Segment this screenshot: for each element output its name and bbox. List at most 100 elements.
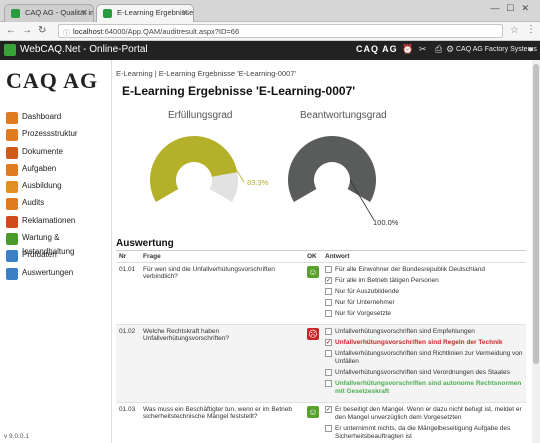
- cell-answers: Unfallverhütungsvorschriften sind Empfeh…: [322, 324, 526, 403]
- cell-nr: 01.03: [116, 402, 140, 443]
- close-tab-icon[interactable]: ✕: [181, 8, 188, 17]
- sidebar-item-wartung[interactable]: Wartung & Instandhaltung: [6, 231, 110, 256]
- answer-option: Unfallverhütungsvorschriften sind Verord…: [325, 369, 523, 377]
- favicon-icon: [103, 9, 112, 18]
- answer-option: Unfallverhütungsvorschriften sind Empfeh…: [325, 328, 523, 336]
- cell-answers: ✓ Er beseitigt den Mangel. Wenn er dazu n…: [322, 402, 526, 443]
- back-icon[interactable]: ←: [6, 25, 16, 36]
- answer-option: Für alle Einwohner der Bundesrepublik De…: [325, 266, 523, 274]
- sidebar-item-reklamationen[interactable]: Reklamationen: [6, 214, 110, 231]
- answer-option: Unfallverhütungsvorschriften sind autono…: [325, 380, 523, 396]
- close-tab-icon[interactable]: ✕: [81, 8, 88, 17]
- audit-icon: [6, 198, 18, 211]
- user-icon[interactable]: ●: [528, 44, 533, 54]
- smiley-sad-icon: ☹: [307, 328, 319, 340]
- breadcrumb: E-Learning | E-Learning Ergebnisse 'E-Le…: [116, 69, 296, 78]
- answer-checkbox: ✓: [325, 277, 332, 284]
- wrench-icon: [6, 233, 18, 246]
- answer-option: ✓ Unfallverhütungsvorschriften sind Regel…: [325, 339, 523, 347]
- cell-question: Für wen sind die Unfallverhütungsvorschr…: [140, 262, 304, 325]
- answer-text: Unfallverhütungsvorschriften sind autono…: [335, 380, 522, 395]
- sidebar-item-dokumente[interactable]: Dokumente: [6, 145, 110, 162]
- answer-checkbox: ✓: [325, 406, 332, 413]
- table-row: 01.01 Für wen sind die Unfallverhütungsvo…: [116, 262, 526, 325]
- sidebar-item-prozessstruktur[interactable]: Prozessstruktur: [6, 127, 110, 144]
- app-title: WebCAQ.Net - Online-Portal: [20, 44, 148, 55]
- chart-icon: [6, 267, 18, 280]
- answer-checkbox: [325, 350, 332, 357]
- answer-option: Nur für Auszubildende: [325, 288, 523, 296]
- window-controls[interactable]: —☐✕: [490, 3, 536, 14]
- col-header-frage: Frage: [140, 251, 304, 263]
- cell-ok: ☺: [304, 402, 322, 443]
- answer-text: Unfallverhütungsvorschriften sind Empfeh…: [335, 328, 475, 335]
- answer-text: Unfallverhütungsvorschriften sind Verord…: [335, 369, 510, 376]
- forward-icon[interactable]: →: [22, 25, 32, 36]
- training-icon: [6, 181, 18, 194]
- sidebar-item-ausbildung[interactable]: Ausbildung: [6, 179, 110, 196]
- gauge-value-arc-2: [288, 136, 376, 202]
- page-info-icon[interactable]: ⓘ: [63, 28, 70, 38]
- sidebar-item-pruefdaten[interactable]: Prüfdaten: [6, 248, 110, 265]
- app-header: WebCAQ.Net - Online-Portal CAQ AG ⏰ ✂ ⎙ …: [0, 41, 540, 60]
- cell-ok: ☹: [304, 324, 322, 403]
- answer-text: Er unternimmt nichts, da die Mängelbesei…: [335, 425, 511, 440]
- section-title: Auswertung: [116, 238, 174, 249]
- user-name[interactable]: CAQ AG Factory Systems: [456, 46, 537, 53]
- company-logo: CAQ AG: [6, 68, 99, 93]
- answer-checkbox: [325, 328, 332, 335]
- answer-checkbox: ✓: [325, 339, 332, 346]
- browser-tab-1[interactable]: CAQ AG - Qualität im Fo ✕: [4, 4, 94, 22]
- answer-option: Nur für Unternehmer: [325, 299, 523, 307]
- process-icon: [6, 129, 18, 142]
- browser-tab-2[interactable]: E-Learning Ergebnisse ' ✕: [96, 4, 194, 22]
- col-header-antwort: Antwort: [322, 251, 526, 263]
- sidebar-item-label: Prozessstruktur: [22, 129, 78, 139]
- answer-option: Nur für Vorgesetzte: [325, 310, 523, 318]
- app-logo-icon: [4, 44, 16, 56]
- browser-tab-bar: CAQ AG - Qualität im Fo ✕ E-Learning Erg…: [0, 0, 540, 22]
- main-content: E-Learning | E-Learning Ergebnisse 'E-Le…: [112, 60, 540, 443]
- url-field[interactable]: ⓘ localhost:64000/App.QAM/auditresult.as…: [58, 24, 503, 38]
- gear-icon[interactable]: ⚙: [446, 44, 454, 55]
- page-title: E-Learning Ergebnisse 'E-Learning-0007': [122, 84, 356, 98]
- bookmark-star-icon[interactable]: ☆: [510, 25, 519, 36]
- sidebar-item-aufgaben[interactable]: Aufgaben: [6, 162, 110, 179]
- smiley-happy-icon: ☺: [307, 266, 319, 278]
- answer-option: Unfallverhütungsvorschriften sind Richtl…: [325, 350, 523, 366]
- gauge-remainder-arc: [209, 172, 238, 202]
- smiley-happy-icon: ☺: [307, 406, 319, 418]
- page-scrollbar[interactable]: [532, 60, 540, 443]
- brand-logo: CAQ AG: [356, 44, 398, 54]
- measurement-icon: [6, 250, 18, 263]
- sidebar-item-label: Prüfdaten: [22, 250, 57, 260]
- url-host: localhost: [73, 27, 103, 36]
- alarm-clock-icon[interactable]: ⏰: [402, 44, 413, 55]
- tools-icon[interactable]: ✂: [419, 44, 427, 55]
- sidebar-item-dashboard[interactable]: Dashboard: [6, 110, 110, 127]
- table-row: 01.02 Welche Rechtskraft haben Unfallverh…: [116, 324, 526, 403]
- sidebar-item-auswertungen[interactable]: Auswertungen: [6, 266, 110, 283]
- version-label: v 9.0.0.1: [4, 433, 29, 440]
- answer-option: ✓ Für alle im Betrieb tätigen Personen: [325, 277, 523, 285]
- cell-question: Was muss ein Beschäftigter tun, wenn er …: [140, 402, 304, 443]
- sidebar-item-label: Dashboard: [22, 112, 62, 121]
- sidebar-item-label: Ausbildung: [22, 181, 62, 191]
- answer-text: Unfallverhütungsvorschriften sind Richtl…: [335, 350, 523, 365]
- answer-text: Er beseitigt den Mangel. Wenn er dazu ni…: [335, 406, 522, 421]
- scrollbar-thumb[interactable]: [533, 64, 539, 364]
- gauge-value-label: 83.3%: [247, 178, 269, 187]
- print-icon[interactable]: ⎙: [435, 44, 442, 55]
- cell-question: Welche Rechtskraft haben Unfallverhütung…: [140, 324, 304, 403]
- cell-nr: 01.01: [116, 262, 140, 325]
- gauge-value-label-2: 100.0%: [373, 218, 399, 227]
- gauge-leader-line: [236, 170, 245, 183]
- reload-icon[interactable]: ↻: [38, 25, 46, 36]
- sidebar-item-audits[interactable]: Audits: [6, 196, 110, 213]
- answer-checkbox: [325, 369, 332, 376]
- sidebar-item-label: Reklamationen: [22, 215, 76, 225]
- answer-checkbox: [325, 425, 332, 432]
- browser-menu-icon[interactable]: ⋮: [526, 24, 536, 35]
- table-header-row: Nr Frage OK Antwort: [116, 251, 526, 263]
- answer-text: Nur für Unternehmer: [335, 299, 395, 306]
